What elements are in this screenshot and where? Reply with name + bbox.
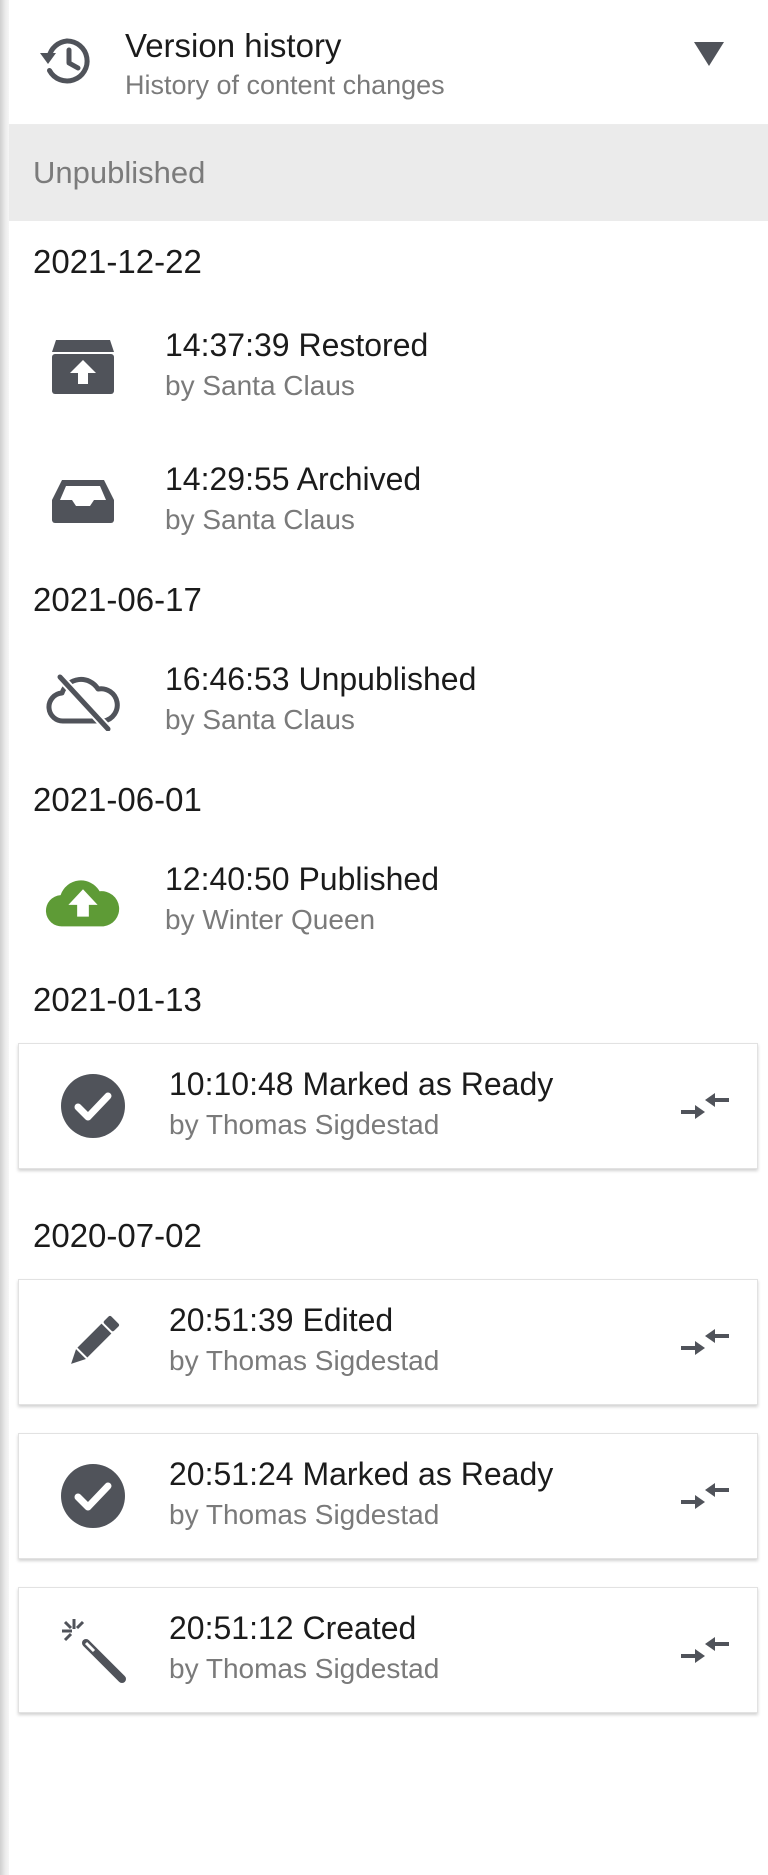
entry-text: 10:10:48 Marked as Ready by Thomas Sigde…: [169, 1064, 553, 1144]
entry-text: 20:51:24 Marked as Ready by Thomas Sigde…: [169, 1454, 553, 1534]
history-entry: 14:37:39 Restored by Santa Claus: [9, 307, 768, 441]
cloud-off-icon: [45, 663, 121, 739]
compare-arrows-icon[interactable]: [679, 1632, 731, 1668]
entry-time-action: 20:51:39 Edited: [169, 1302, 394, 1338]
entry-time-action: 20:51:12 Created: [169, 1610, 417, 1646]
entry-author: by Thomas Sigdestad: [169, 1653, 440, 1684]
entry-author: by Thomas Sigdestad: [169, 1345, 440, 1376]
panel-title: Version history: [125, 27, 342, 64]
history-entry-card[interactable]: 20:51:24 Marked as Ready by Thomas Sigde…: [18, 1433, 758, 1559]
compare-arrows-icon[interactable]: [679, 1478, 731, 1514]
pencil-icon: [55, 1304, 131, 1380]
entry-text: 12:40:50 Published by Winter Queen: [165, 859, 439, 939]
header-titles: Version history History of content chang…: [125, 26, 445, 103]
compare-arrows-icon[interactable]: [679, 1324, 731, 1360]
status-section-label: Unpublished: [9, 125, 768, 221]
entry-time-action: 12:40:50 Published: [165, 861, 439, 897]
entry-author: by Winter Queen: [165, 904, 376, 935]
date-heading: 2020-07-02: [33, 1217, 202, 1254]
history-entry: 14:29:55 Archived by Santa Claus: [9, 441, 768, 575]
date-heading: 2021-06-01: [33, 781, 202, 818]
entry-author: by Thomas Sigdestad: [169, 1499, 440, 1530]
restore-icon: [45, 329, 121, 405]
entry-author: by Santa Claus: [165, 504, 355, 535]
entry-text: 20:51:12 Created by Thomas Sigdestad: [169, 1608, 439, 1688]
check-circle-icon: [55, 1068, 131, 1144]
history-entry: 16:46:53 Unpublished by Santa Claus: [9, 641, 768, 775]
entry-time-action: 14:29:55 Archived: [165, 461, 422, 497]
archive-icon: [45, 463, 121, 539]
check-circle-icon: [55, 1458, 131, 1534]
history-icon: [40, 38, 90, 84]
date-heading: 2021-12-22: [33, 243, 202, 280]
version-history-panel: Version history History of content chang…: [9, 0, 768, 1875]
panel-header[interactable]: Version history History of content chang…: [9, 0, 768, 125]
entry-text: 14:29:55 Archived by Santa Claus: [165, 459, 421, 539]
magic-wand-icon: [55, 1612, 131, 1688]
entry-author: by Santa Claus: [165, 370, 355, 401]
panel-edge: [0, 0, 9, 1875]
history-entry: 12:40:50 Published by Winter Queen: [9, 841, 768, 975]
history-entry-card[interactable]: 20:51:12 Created by Thomas Sigdestad: [18, 1587, 758, 1713]
panel-subtitle: History of content changes: [125, 70, 445, 100]
entry-text: 14:37:39 Restored by Santa Claus: [165, 325, 428, 405]
entry-author: by Santa Claus: [165, 704, 355, 735]
entry-text: 20:51:39 Edited by Thomas Sigdestad: [169, 1300, 439, 1380]
entry-author: by Thomas Sigdestad: [169, 1109, 440, 1140]
cloud-upload-icon: [45, 863, 121, 939]
entry-time-action: 14:37:39 Restored: [165, 327, 429, 363]
caret-down-icon[interactable]: [694, 42, 724, 66]
entry-time-action: 10:10:48 Marked as Ready: [169, 1066, 554, 1102]
history-entry-card[interactable]: 10:10:48 Marked as Ready by Thomas Sigde…: [18, 1043, 758, 1169]
compare-arrows-icon[interactable]: [679, 1088, 731, 1124]
date-heading: 2021-06-17: [33, 581, 202, 618]
date-heading: 2021-01-13: [33, 981, 202, 1018]
entry-time-action: 20:51:24 Marked as Ready: [169, 1456, 554, 1492]
entry-time-action: 16:46:53 Unpublished: [165, 661, 477, 697]
history-entry-card[interactable]: 20:51:39 Edited by Thomas Sigdestad: [18, 1279, 758, 1405]
entry-text: 16:46:53 Unpublished by Santa Claus: [165, 659, 476, 739]
